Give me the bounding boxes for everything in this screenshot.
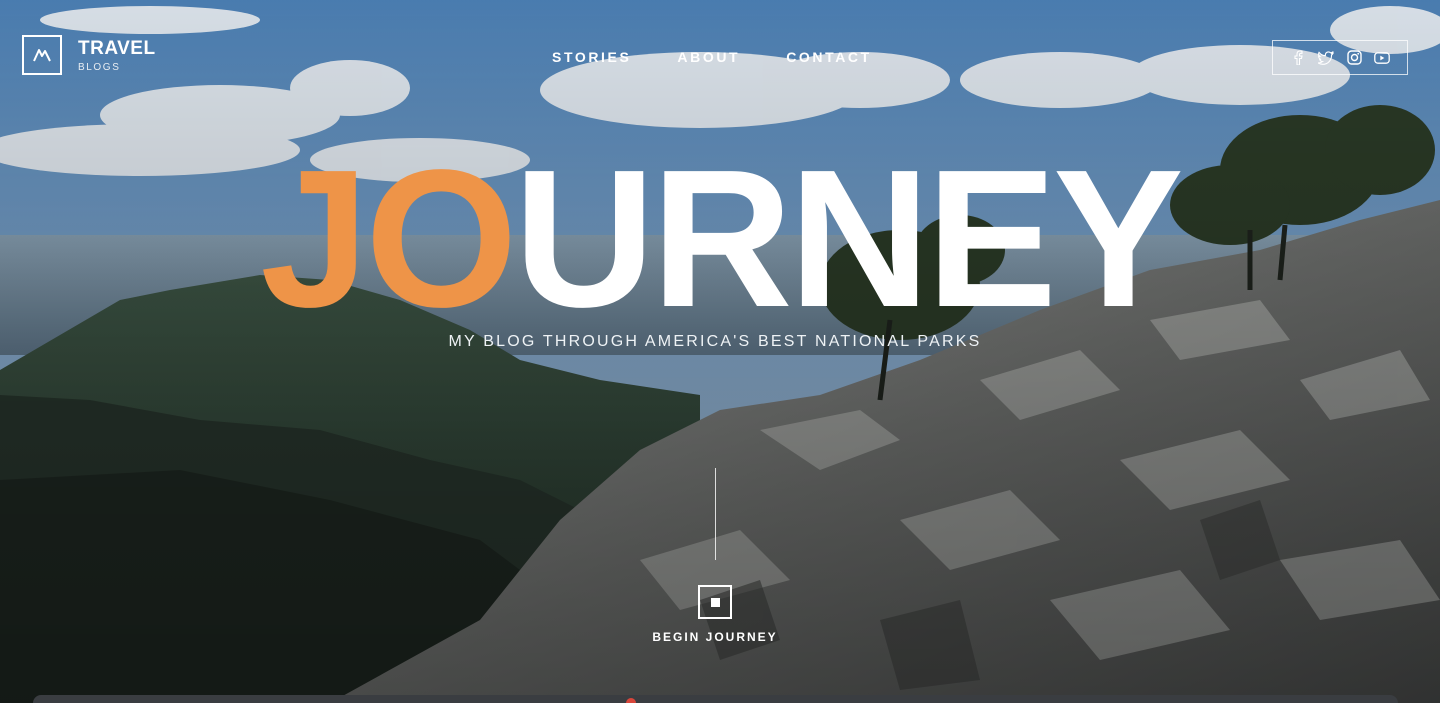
brand-logo[interactable]: TRAVEL BLOGS xyxy=(22,35,156,75)
nav-stories[interactable]: STORIES xyxy=(552,49,631,65)
hero-title-accent: JO xyxy=(260,129,517,348)
social-links xyxy=(1272,40,1408,75)
nav-contact[interactable]: CONTACT xyxy=(786,49,872,65)
instagram-icon[interactable] xyxy=(1346,50,1362,66)
bottom-toolbar xyxy=(33,695,1398,703)
brand-subtitle: BLOGS xyxy=(78,62,121,73)
brand-title: TRAVEL xyxy=(78,38,156,59)
hero-subtitle: MY BLOG THROUGH AMERICA'S BEST NATIONAL … xyxy=(448,333,982,350)
hero-title: JOURNEY xyxy=(0,134,1440,344)
twitter-icon[interactable] xyxy=(1318,50,1334,66)
facebook-icon[interactable] xyxy=(1290,50,1306,66)
square-icon xyxy=(710,597,720,607)
mountain-icon xyxy=(22,35,62,75)
youtube-icon[interactable] xyxy=(1374,50,1390,66)
scroll-line xyxy=(715,468,716,560)
main-nav: STORIES ABOUT CONTACT xyxy=(552,49,918,65)
hero-section: TRAVEL BLOGS STORIES ABOUT CONTACT JOURN… xyxy=(0,0,1440,703)
begin-journey-label[interactable]: BEGIN JOURNEY xyxy=(0,630,1430,644)
nav-about[interactable]: ABOUT xyxy=(677,49,740,65)
record-indicator xyxy=(626,698,636,703)
begin-journey-button[interactable] xyxy=(698,585,732,619)
hero-title-rest: URNEY xyxy=(513,129,1184,348)
brand-text: TRAVEL BLOGS xyxy=(78,38,156,73)
